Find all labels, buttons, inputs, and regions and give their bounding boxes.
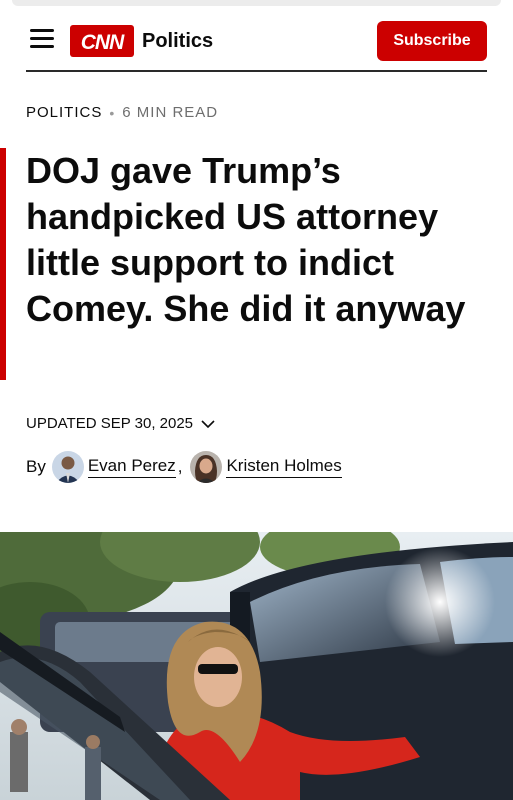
updated-label: UPDATED SEP 30, 2025	[26, 415, 194, 432]
author-link[interactable]: Evan Perez	[87, 456, 176, 478]
hamburger-menu-icon[interactable]	[30, 29, 54, 49]
top-chrome-strip	[12, 0, 501, 6]
section-title[interactable]: Politics	[142, 30, 213, 53]
chevron-down-icon[interactable]	[201, 419, 215, 429]
site-header: CNN Politics Subscribe	[26, 20, 487, 72]
avatar[interactable]	[51, 451, 84, 483]
author-link[interactable]: Kristen Holmes	[226, 456, 342, 478]
svg-text:CNN: CNN	[81, 31, 125, 54]
author-separator: ,	[177, 457, 183, 476]
cnn-logo[interactable]: CNN	[70, 25, 134, 57]
hero-photo-illustration	[0, 532, 513, 800]
avatar[interactable]	[190, 451, 223, 483]
article-headline: DOJ gave Trump’s handpicked US attorney …	[26, 150, 466, 329]
article-hero-image[interactable]	[0, 532, 513, 800]
read-time: 6 MIN READ	[122, 104, 219, 121]
category-label[interactable]: POLITICS	[26, 104, 102, 121]
updated-timestamp[interactable]: UPDATED SEP 30, 2025	[26, 415, 215, 432]
subscribe-button[interactable]: Subscribe	[377, 21, 487, 61]
byline-prefix: By	[26, 457, 46, 476]
headline-accent-bar	[0, 148, 6, 380]
kicker-separator: •	[109, 104, 116, 121]
article-kicker: POLITICS • 6 MIN READ	[26, 104, 218, 121]
byline: By Evan Perez , Kristen Holmes	[26, 450, 342, 484]
